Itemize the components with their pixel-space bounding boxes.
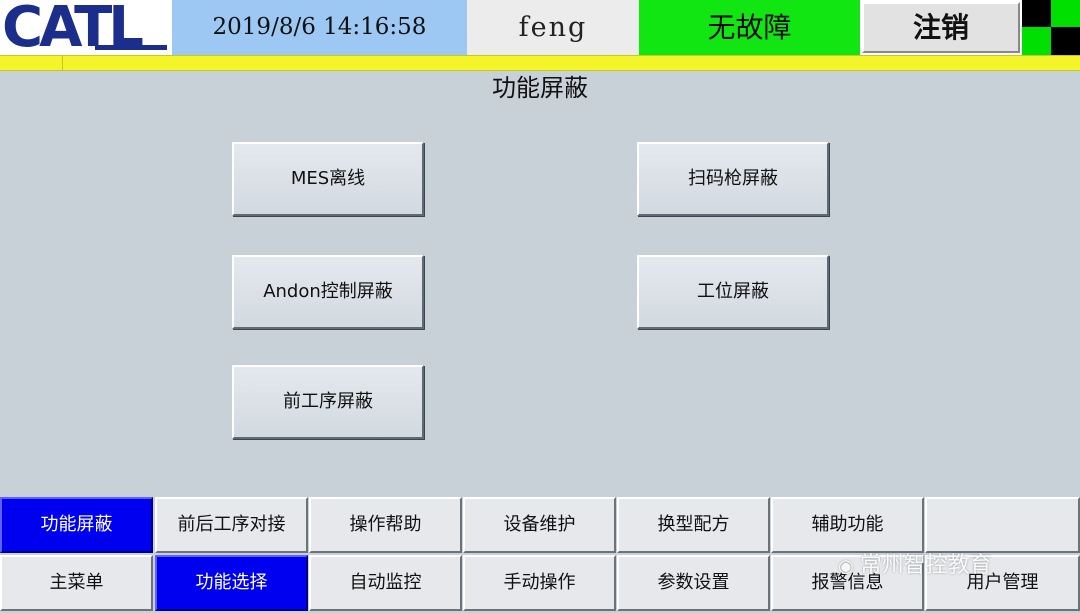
nav-manual-operation[interactable]: 手动操作	[463, 555, 616, 611]
page-title: 功能屏蔽	[492, 74, 588, 102]
header-bar: CATL 2019/8/6 14:16:58 feng 无故障 注销	[0, 0, 1080, 56]
logo-underline	[95, 45, 167, 50]
watermark-text: 常州智控教育	[859, 553, 992, 578]
heartbeat-block-2	[1051, 27, 1080, 55]
alarm-bar-divider	[62, 56, 63, 70]
mes-offline-button[interactable]: MES离线	[232, 142, 424, 216]
previous-process-shield-button[interactable]: 前工序屏蔽	[232, 365, 424, 439]
nav-auxiliary-functions[interactable]: 辅助功能	[771, 497, 924, 553]
wechat-watermark: ◉ 常州智控教育	[838, 548, 1058, 584]
nav-main-menu[interactable]: 主菜单	[0, 555, 153, 611]
alarm-message-bar	[0, 55, 1080, 71]
station-shield-button[interactable]: 工位屏蔽	[637, 255, 829, 329]
nav-operation-help[interactable]: 操作帮助	[309, 497, 462, 553]
heartbeat-block-1	[1022, 0, 1051, 27]
scanner-shield-button[interactable]: 扫码枪屏蔽	[637, 142, 829, 216]
nav-function-shield[interactable]: 功能屏蔽	[0, 497, 153, 553]
nav-equipment-maintenance[interactable]: 设备维护	[463, 497, 616, 553]
nav-blank[interactable]	[925, 497, 1080, 553]
datetime-display: 2019/8/6 14:16:58	[172, 0, 467, 55]
nav-parameter-settings[interactable]: 参数设置	[617, 555, 770, 611]
nav-process-docking[interactable]: 前后工序对接	[155, 497, 308, 553]
logout-button[interactable]: 注销	[862, 2, 1020, 53]
current-user: feng	[467, 0, 639, 55]
fault-status-indicator: 无故障	[639, 0, 860, 55]
heartbeat-indicator	[1022, 0, 1080, 55]
wechat-icon: ◉	[838, 556, 854, 577]
nav-function-select[interactable]: 功能选择	[155, 555, 308, 611]
nav-auto-monitor[interactable]: 自动监控	[309, 555, 462, 611]
nav-changeover-recipe[interactable]: 换型配方	[617, 497, 770, 553]
andon-control-shield-button[interactable]: Andon控制屏蔽	[232, 255, 424, 329]
